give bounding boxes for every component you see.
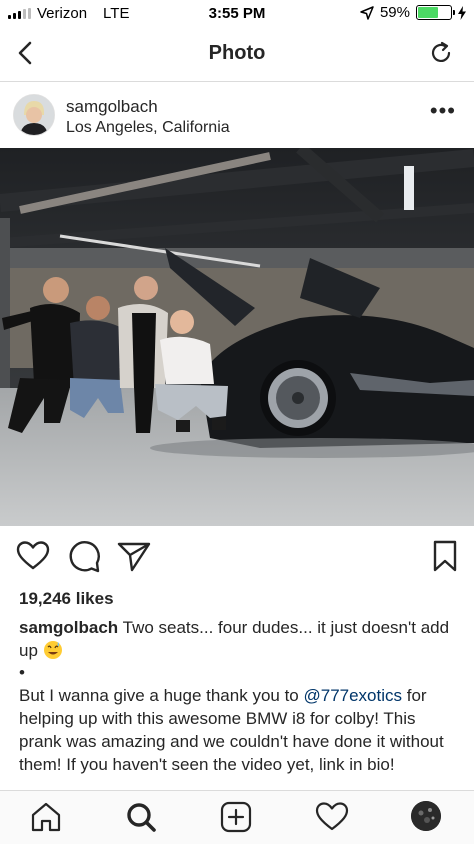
caption-paragraph: But I wanna give a huge thank you to @77… xyxy=(19,684,459,776)
mention-link[interactable]: @777exotics xyxy=(303,686,402,705)
post-photo[interactable] xyxy=(0,148,474,526)
bookmark-icon[interactable] xyxy=(427,538,463,574)
page-title: Photo xyxy=(208,42,266,64)
post-actions xyxy=(0,538,474,578)
add-icon[interactable] xyxy=(218,799,254,835)
caption-paragraph-start: But I wanna give a huge thank you to xyxy=(19,686,304,705)
location-arrow-icon xyxy=(360,5,374,20)
status-bar: Verizon LTE 3:55 PM 59% xyxy=(0,0,474,26)
charging-bolt-icon xyxy=(458,5,466,20)
sweat-smile-emoji-icon xyxy=(43,641,62,659)
search-icon[interactable] xyxy=(123,799,159,835)
profile-avatar[interactable] xyxy=(411,801,441,831)
nav-bar: Photo xyxy=(0,26,474,82)
send-icon[interactable] xyxy=(116,538,152,574)
post-caption: samgolbach Two seats... four dudes... it… xyxy=(19,616,459,776)
battery-percent: 59% xyxy=(379,4,410,21)
home-icon[interactable] xyxy=(28,799,64,835)
caption-first-line: samgolbach Two seats... four dudes... it… xyxy=(19,616,459,662)
post-location[interactable]: Los Angeles, California xyxy=(66,119,230,137)
caption-username[interactable]: samgolbach xyxy=(19,618,118,637)
comment-icon[interactable] xyxy=(66,538,102,574)
battery-icon xyxy=(416,5,455,20)
activity-icon[interactable] xyxy=(314,799,350,835)
tab-bar xyxy=(0,790,474,844)
avatar[interactable] xyxy=(13,94,55,136)
post-username[interactable]: samgolbach xyxy=(66,97,158,117)
refresh-icon[interactable] xyxy=(428,40,454,66)
more-icon[interactable]: ••• xyxy=(430,100,456,122)
heart-icon[interactable] xyxy=(15,538,51,574)
post-header: samgolbach Los Angeles, California ••• xyxy=(0,82,474,148)
like-count[interactable]: 19,246 likes xyxy=(19,589,114,609)
caption-dot: • xyxy=(19,663,25,682)
